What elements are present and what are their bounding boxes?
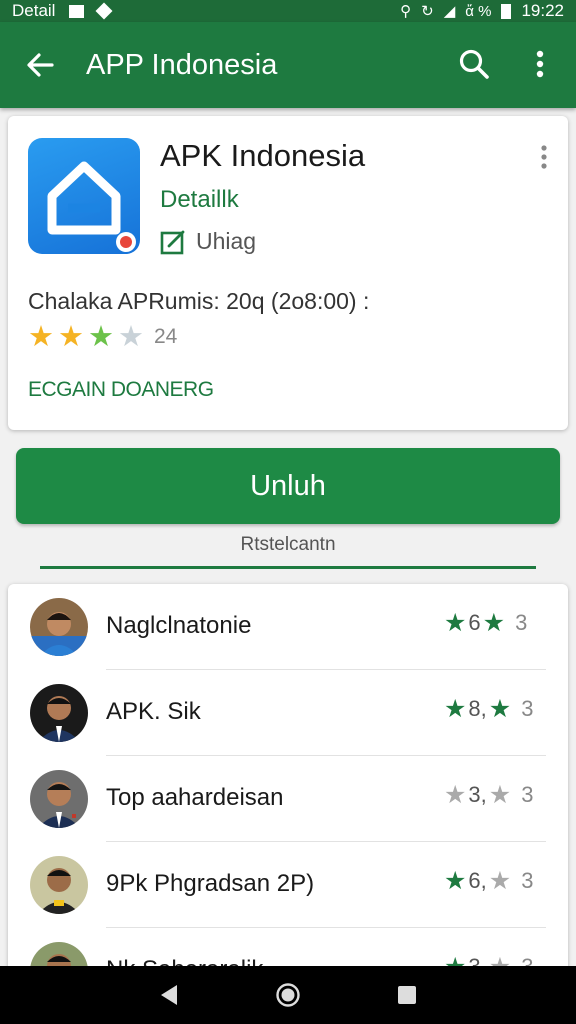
tab-indicator: [40, 566, 536, 569]
star-icon: ★: [444, 695, 467, 723]
install-button[interactable]: Unluh: [16, 448, 560, 524]
battery-icon: [501, 3, 512, 19]
star-icon: ★: [444, 609, 467, 637]
app-meta: Chalaka APRumis: 20q (2o8:00) :: [28, 288, 370, 314]
signal-icon: ◢: [443, 3, 456, 20]
list-item-name: APK. Sik: [106, 698, 201, 725]
list-item[interactable]: Naglclnatonie ★ 6 ★ 3: [8, 584, 568, 670]
rating-count: 3: [521, 696, 534, 721]
rating-count: 3: [515, 610, 528, 635]
update-label: Uhiag: [196, 228, 257, 254]
star-icon: ★: [88, 321, 114, 353]
avatar: [30, 856, 88, 914]
update-row[interactable]: Uhiag: [160, 228, 256, 255]
star-icon: ★: [488, 781, 512, 809]
list-item[interactable]: APK. Sik ★ 8, ★ 3: [8, 670, 568, 756]
star-icon: ★: [28, 321, 54, 353]
search-button[interactable]: [454, 44, 494, 84]
card-more-button[interactable]: [532, 142, 556, 172]
status-carrier: Detail: [12, 1, 56, 20]
home-icon: [47, 161, 136, 252]
avatar: [30, 770, 88, 828]
arrow-left-icon: [27, 53, 54, 77]
list-item-name: 9Pk Phgradsan 2P): [106, 870, 315, 897]
list-item-rating: ★ 6, ★ 3: [444, 868, 533, 894]
notification-icon: [69, 4, 85, 18]
star-empty-icon: ★: [118, 321, 144, 353]
star-icon: ★: [444, 781, 467, 809]
details-link[interactable]: Detaillk: [160, 186, 239, 214]
nav-back-icon: [161, 985, 178, 1005]
star-icon: ★: [482, 609, 506, 637]
system-nav-bar: [0, 966, 576, 1024]
star-icon: ★: [488, 695, 512, 723]
star-icon: ★: [444, 867, 467, 895]
avatar: [30, 684, 88, 742]
app-info-card: APK Indonesia Detaillk Uhiag Chalaka APR…: [8, 116, 568, 430]
app-icon[interactable]: [28, 138, 140, 254]
nav-home-button[interactable]: [266, 973, 310, 1017]
status-time: 19:22: [521, 1, 564, 20]
related-apps-list: Naglclnatonie ★ 6 ★ 3 APK. Sik ★ 8, ★ 3 …: [8, 584, 568, 984]
rating-count: 3: [521, 782, 534, 807]
rating-value: 8,: [468, 696, 487, 721]
search-icon: [459, 49, 489, 79]
nav-recent-icon: [397, 986, 416, 1004]
sync-icon: ↻: [421, 3, 434, 20]
section-link[interactable]: ECGAIN DOANERG: [28, 378, 214, 402]
star-icon: ★: [58, 321, 84, 353]
status-signal-text: ἄ %: [465, 2, 492, 20]
list-item[interactable]: Top aahardeisan ★ 3, ★ 3: [8, 756, 568, 842]
overflow-menu-button[interactable]: [522, 44, 558, 84]
list-item-name: Naglclnatonie: [106, 612, 252, 639]
nav-home-icon: [276, 983, 300, 1007]
tab-label[interactable]: Rtstelcantn: [0, 534, 576, 556]
edit-icon: [160, 230, 185, 254]
rating-count: 24: [154, 325, 178, 348]
nav-back-button[interactable]: [147, 973, 191, 1017]
app-name: APK Indonesia: [160, 138, 366, 173]
app-bar: APP Indonesia: [0, 22, 576, 108]
app-rating: ★ ★ ★ ★ 24: [28, 322, 177, 352]
rating-value: 3,: [468, 782, 487, 807]
list-item-rating: ★ 8, ★ 3: [444, 696, 533, 722]
back-button[interactable]: [20, 45, 60, 85]
star-icon: ★: [488, 867, 512, 895]
nav-recent-button[interactable]: [385, 973, 429, 1017]
more-vert-icon: [541, 145, 547, 169]
page-title: APP Indonesia: [86, 48, 278, 81]
list-item-rating: ★ 6 ★ 3: [444, 610, 527, 636]
rating-value: 6,: [468, 868, 487, 893]
avatar: [30, 598, 88, 656]
location-icon: [95, 2, 113, 20]
list-item-name: Top aahardeisan: [106, 784, 284, 811]
wifi-icon: ⚲: [400, 3, 412, 20]
list-item-rating: ★ 3, ★ 3: [444, 782, 533, 808]
more-vert-icon: [536, 50, 544, 78]
status-bar: Detail ⚲ ↻ ◢ ἄ % 19:22: [0, 0, 576, 22]
rating-count: 3: [521, 868, 534, 893]
list-item[interactable]: 9Pk Phgradsan 2P) ★ 6, ★ 3: [8, 842, 568, 928]
rating-value: 6: [468, 610, 481, 635]
